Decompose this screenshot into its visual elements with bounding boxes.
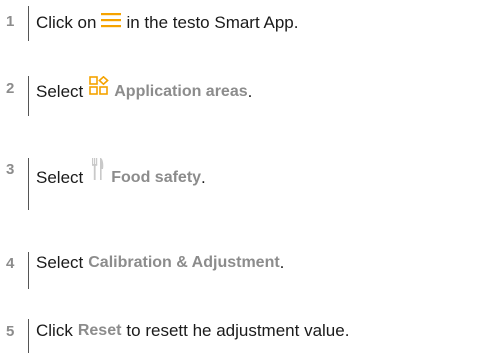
step-text-before: Click [36,321,73,340]
calibration-adjustment-label: Calibration & Adjustment [88,254,280,271]
step-text-before: Click on [36,12,97,32]
step-text: Select Application areas . [36,75,253,102]
menu-icon [101,12,122,33]
step-text: Select Food safety . [36,157,206,188]
step-divider [28,6,29,41]
step-divider [28,76,29,116]
food-safety-icon [91,157,105,186]
step-3: 3 Select Food safety . [0,150,480,210]
step-text-after: . [279,253,285,272]
step-divider [28,252,29,289]
step-text: Click Reset to resett he adjustment valu… [36,321,349,341]
step-4: 4 Select Calibration & Adjustment . [0,242,480,292]
step-divider [28,158,29,210]
reset-label: Reset [77,322,122,339]
step-text-after: in the testo Smart App. [126,12,299,32]
food-safety-label: Food safety [111,169,202,186]
step-text-before: Select [36,253,84,272]
step-text: Click on in the testo Smart App. [36,12,298,33]
step-divider [28,319,29,353]
step-2: 2 Select Application areas . [0,68,480,118]
step-number: 4 [6,255,15,272]
step-text-after: to resett he adjustment value. [126,321,350,340]
step-text-after: . [201,168,206,187]
step-number: 3 [6,161,15,178]
application-areas-label: Application areas [114,83,248,100]
step-number: 2 [6,80,15,97]
application-areas-icon [89,75,110,101]
step-1: 1 Click on in the testo Smart App. [0,0,480,44]
step-text: Select Calibration & Adjustment . [36,253,284,273]
step-text-before: Select [36,168,84,187]
step-number: 1 [6,13,15,30]
step-number: 5 [6,323,15,340]
step-5: 5 Click Reset to resett he adjustment va… [0,310,480,353]
step-text-before: Select [36,82,84,101]
step-text-after: . [247,82,253,101]
